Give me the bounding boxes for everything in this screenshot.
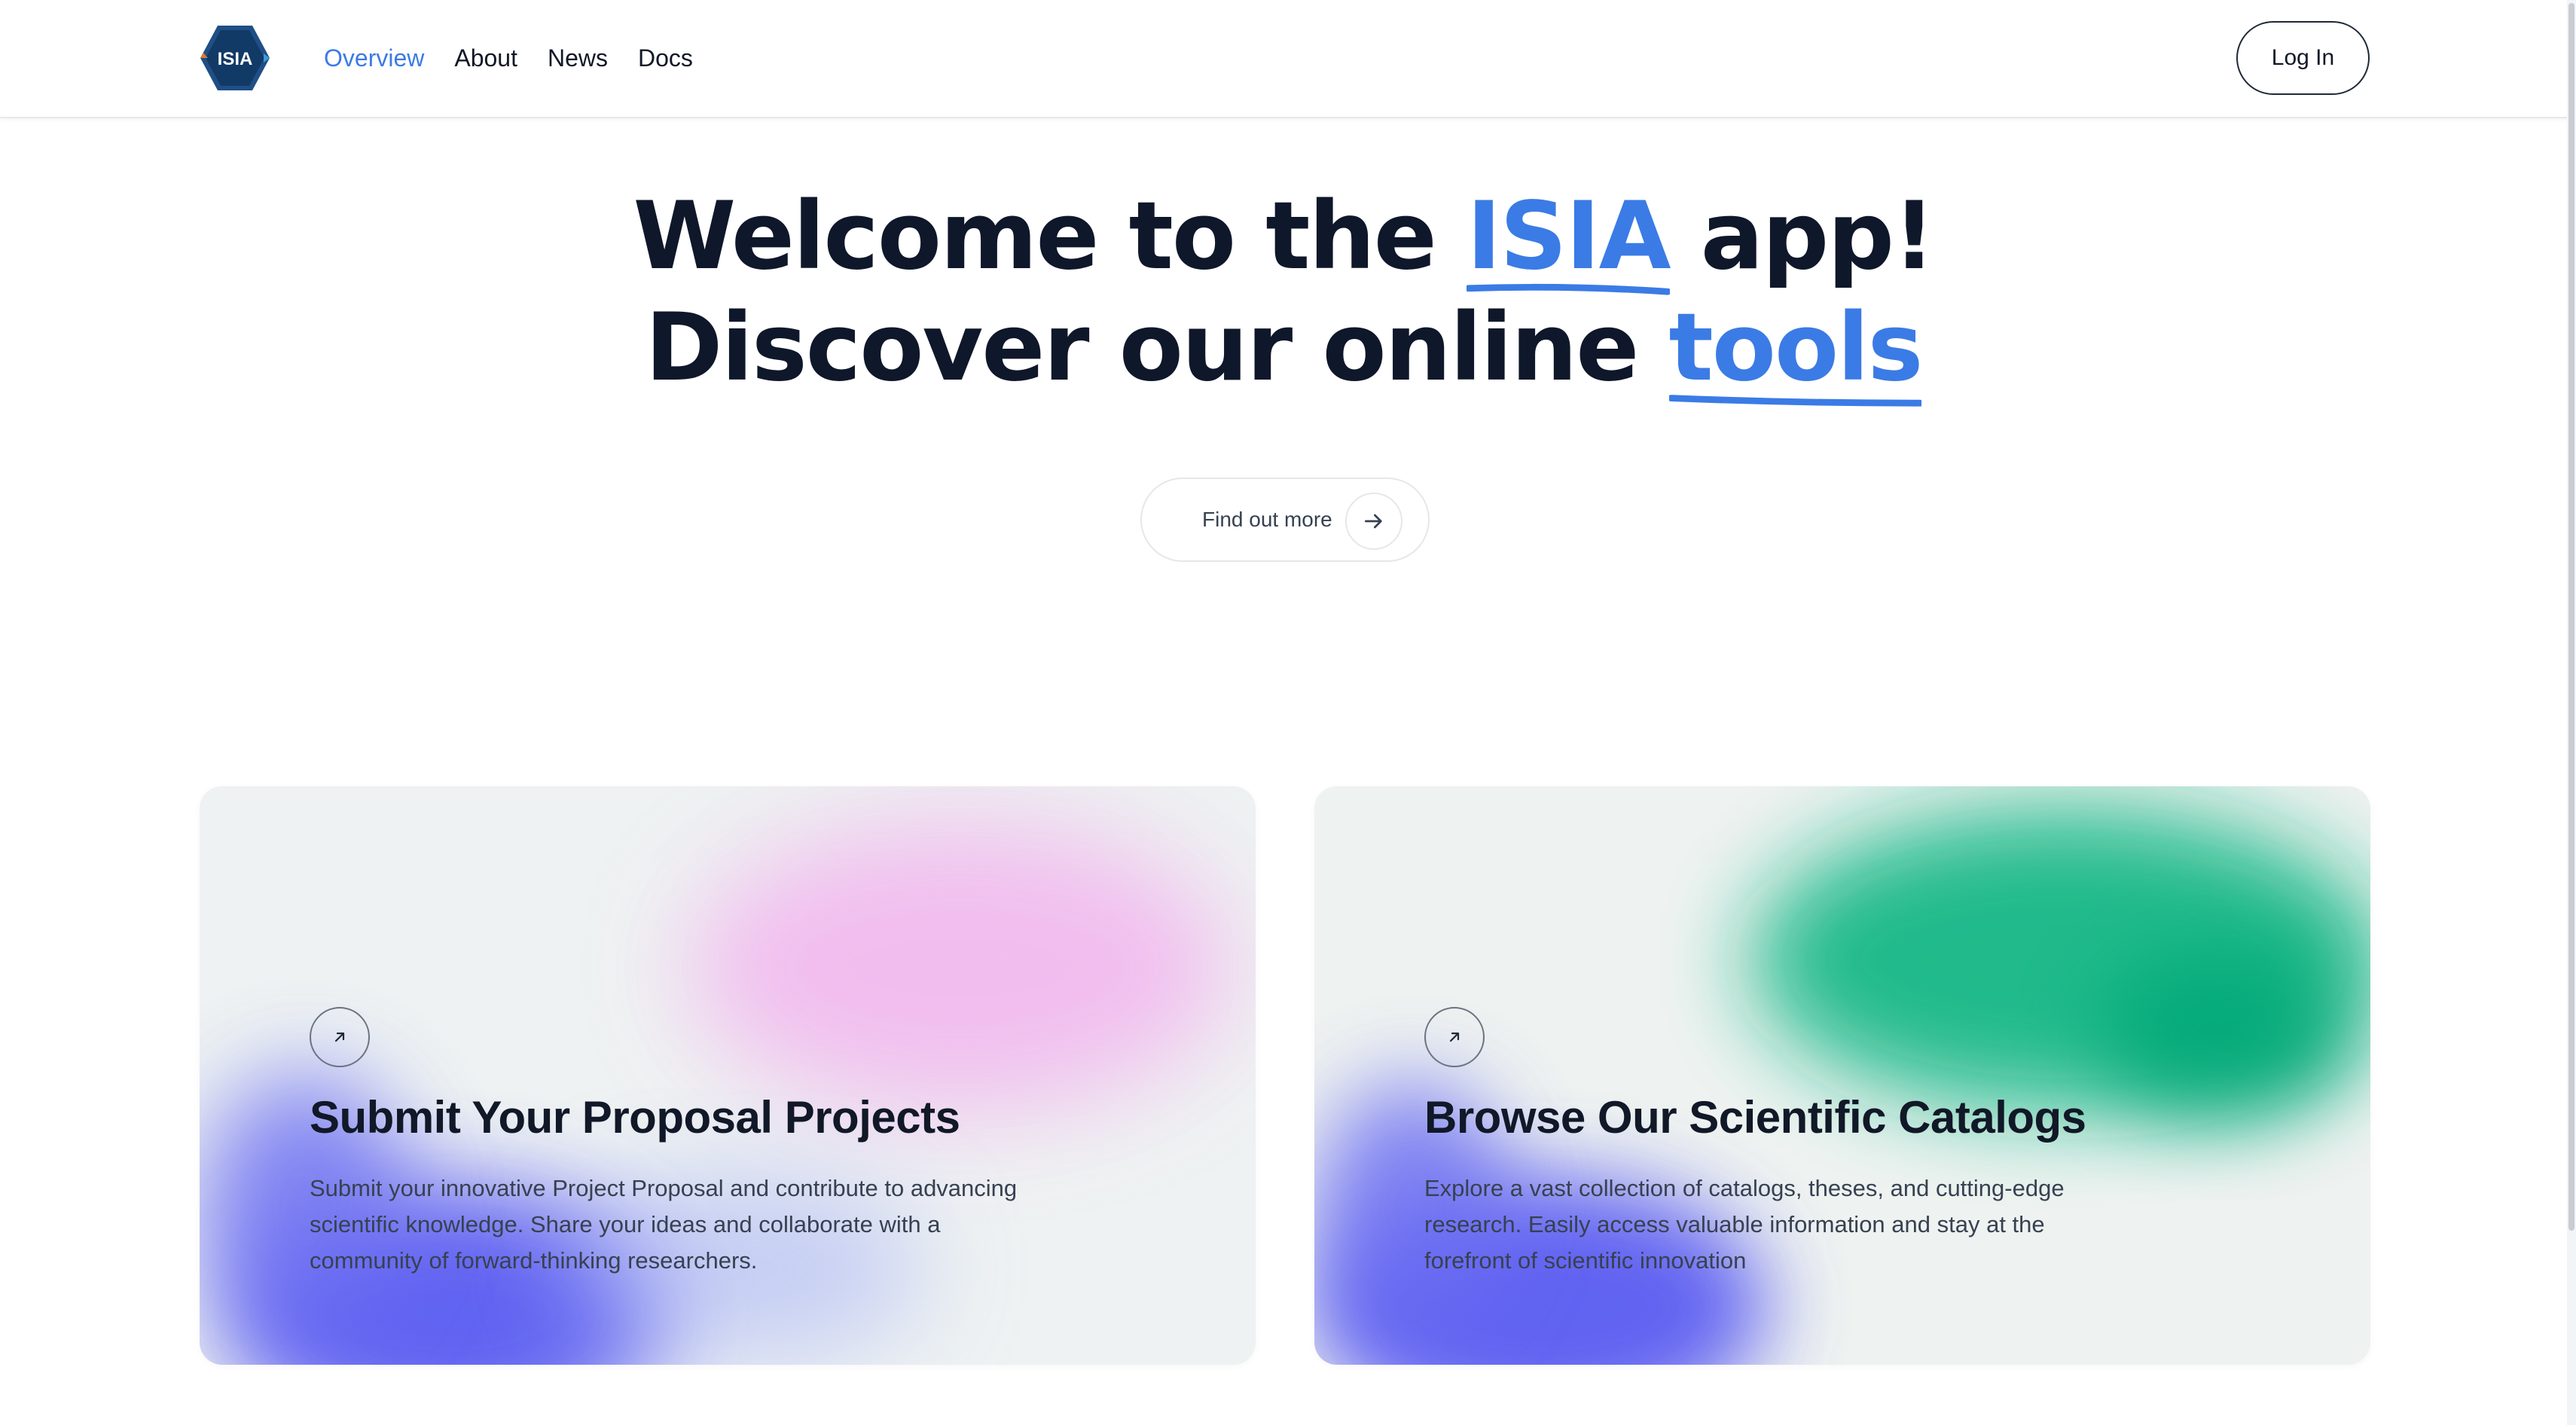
- hero-line2-prefix: Discover our online: [645, 294, 1669, 402]
- card-title: Browse Our Scientific Catalogs: [1424, 1092, 2086, 1143]
- hero-heading-line-1: Welcome to the ISIA app!: [0, 190, 2567, 295]
- card-description: Submit your innovative Project Proposal …: [310, 1175, 1018, 1274]
- find-out-more-label: Find out more: [1202, 508, 1332, 531]
- nav-news[interactable]: News: [548, 44, 608, 72]
- vertical-scrollbar-thumb[interactable]: [2568, 3, 2574, 1231]
- arrow-right-icon: [1345, 493, 1402, 550]
- hero-heading-line-2: Discover our online tools: [0, 301, 2567, 407]
- main-nav: Overview About News Docs: [324, 39, 723, 77]
- nav-docs[interactable]: Docs: [638, 44, 693, 72]
- nav-about[interactable]: About: [454, 44, 517, 72]
- arrow-up-right-icon: [1424, 1007, 1485, 1067]
- card-description: Explore a vast collection of catalogs, t…: [1424, 1175, 2065, 1274]
- logo-text: ISIA: [218, 49, 253, 69]
- arrow-up-right-icon: [310, 1007, 370, 1067]
- nav-overview[interactable]: Overview: [324, 44, 424, 72]
- login-button[interactable]: Log In: [2236, 21, 2370, 95]
- hero-line1-prefix: Welcome to the: [633, 182, 1467, 291]
- hero-highlight-isia-text: ISIA: [1467, 182, 1671, 291]
- card-title: Submit Your Proposal Projects: [310, 1092, 960, 1143]
- hero-highlight-isia: ISIA: [1467, 190, 1671, 295]
- hero-highlight-tools-text: tools: [1668, 294, 1924, 402]
- card-browse-catalogs[interactable]: Browse Our Scientific Catalogs Explore a…: [1314, 786, 2370, 1365]
- hero-highlight-tools: tools: [1668, 301, 1923, 407]
- isia-logo-icon: ISIA: [200, 26, 270, 90]
- isia-logo[interactable]: ISIA: [197, 23, 273, 93]
- hero-line1-suffix: app!: [1669, 182, 1936, 291]
- card-submit-proposal[interactable]: Submit Your Proposal Projects Submit you…: [200, 786, 1256, 1365]
- hero-underline: [1668, 393, 1922, 410]
- find-out-more-button[interactable]: Find out more: [1140, 478, 1430, 562]
- top-navbar: ISIA Overview About News Docs Log In: [0, 0, 2576, 118]
